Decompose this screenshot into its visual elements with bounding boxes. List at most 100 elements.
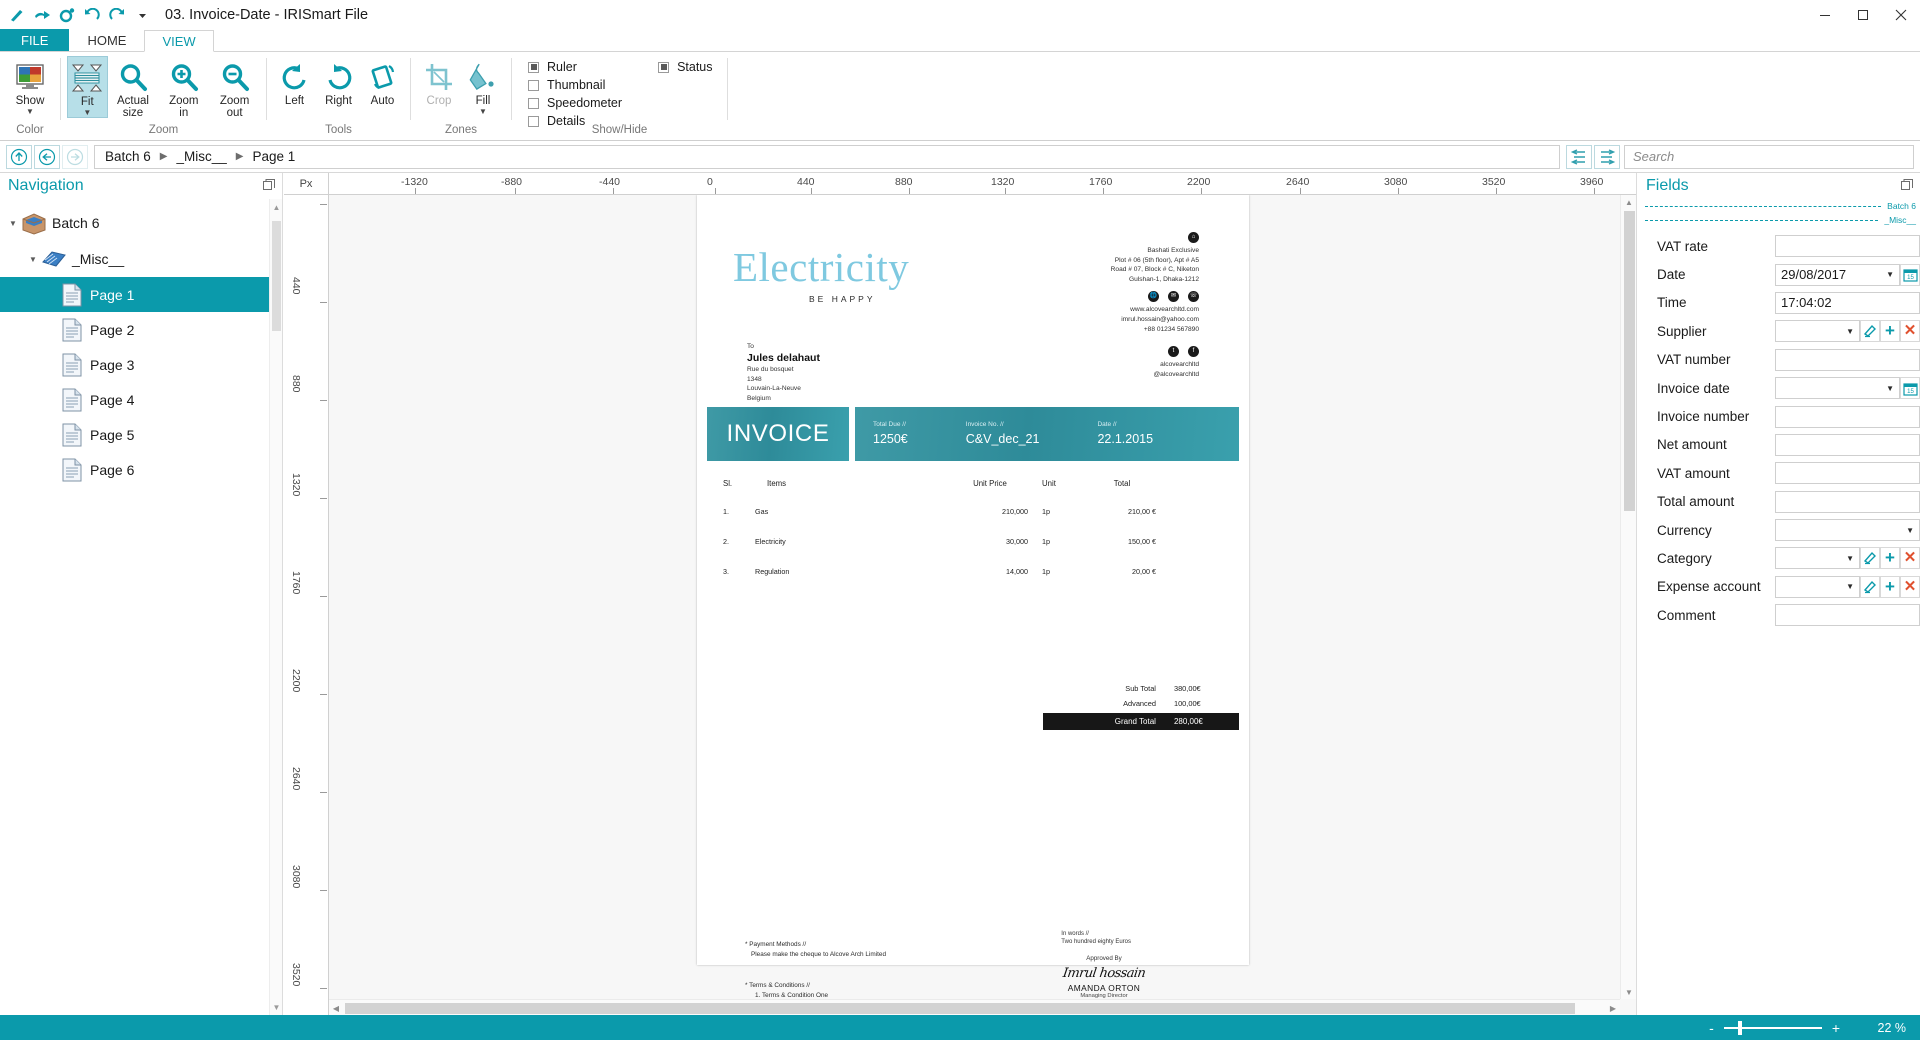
tree-node-page-4[interactable]: Page 4 [0, 382, 282, 417]
chevron-down-icon[interactable]: ▼ [479, 108, 487, 116]
chevron-down-icon[interactable]: ▼ [83, 109, 91, 117]
field-input-supplier[interactable]: ▼ [1775, 320, 1860, 343]
chevron-down-icon[interactable] [133, 6, 151, 24]
scroll-up-arrow-icon[interactable]: ▲ [1621, 195, 1637, 209]
rotate-left-button[interactable]: Left [273, 56, 316, 107]
chevron-down-icon[interactable]: ▼ [1882, 270, 1894, 279]
field-input-vat-rate[interactable] [1775, 235, 1920, 258]
viewer-horizontal-scrollbar[interactable]: ◀ ▶ [329, 999, 1620, 1015]
tree-node-folder[interactable]: ▼ _Misc__ [0, 241, 282, 277]
add-icon[interactable]: + [1880, 320, 1900, 343]
scroll-down-arrow-icon[interactable]: ▼ [1621, 985, 1637, 999]
redo-icon[interactable] [108, 6, 126, 24]
checkbox-indicator[interactable] [528, 61, 539, 73]
field-input-vat-number[interactable] [1775, 348, 1920, 371]
delete-icon[interactable]: ✕ [1900, 547, 1920, 570]
tab-file[interactable]: FILE [0, 29, 70, 51]
scroll-down-arrow-icon[interactable]: ▼ [270, 999, 283, 1015]
checkbox-indicator[interactable] [528, 97, 539, 109]
up-arrow-icon[interactable] [6, 144, 32, 169]
field-input-vat-amount[interactable] [1775, 462, 1920, 485]
undo-icon[interactable] [83, 6, 101, 24]
gear-icon[interactable] [58, 6, 76, 24]
chevron-down-icon[interactable]: ▼ [1842, 554, 1854, 563]
vertical-ruler[interactable]: 440 880 1320 1760 2200 2640 3080 3520 [284, 195, 329, 1015]
checkbox-thumbnail[interactable]: Thumbnail [528, 78, 622, 92]
checkbox-status[interactable]: Status [658, 60, 713, 74]
chevron-down-icon[interactable]: ▼ [1842, 582, 1854, 591]
delete-icon[interactable]: ✕ [1900, 575, 1920, 598]
field-input-expense-account[interactable]: ▼ [1775, 575, 1860, 598]
zoom-in-button[interactable]: + [1822, 1020, 1850, 1036]
field-input-date[interactable]: 29/08/2017 ▼ [1775, 263, 1900, 286]
add-icon[interactable]: + [1880, 575, 1900, 598]
scrollbar-thumb[interactable] [272, 221, 281, 331]
chevron-down-icon[interactable]: ▼ [1842, 327, 1854, 336]
zoom-slider-handle[interactable] [1737, 1020, 1742, 1035]
fit-button[interactable]: Fit ▼ [67, 56, 108, 118]
field-input-currency[interactable]: ▼ [1775, 519, 1920, 542]
tree-node-page-6[interactable]: Page 6 [0, 452, 282, 487]
field-input-invoice-number[interactable] [1775, 405, 1920, 428]
field-input-total-amount[interactable] [1775, 490, 1920, 513]
calendar-icon[interactable]: 15 [1900, 263, 1920, 286]
breadcrumb-item-batch[interactable]: Batch 6 [105, 149, 151, 164]
field-input-time[interactable]: 17:04:02 [1775, 291, 1920, 314]
restore-panel-icon[interactable] [1901, 178, 1913, 194]
delete-icon[interactable]: ✕ [1900, 320, 1920, 343]
collapse-right-icon[interactable] [1594, 144, 1620, 169]
tree-node-batch[interactable]: ▼ Batch 6 [0, 205, 282, 241]
invoice-page[interactable]: Electricity BE HAPPY ⌂ Bashati Exclusive… [697, 195, 1249, 999]
search-input[interactable]: Search [1624, 144, 1914, 169]
horizontal-ruler[interactable]: -1320 -880 -440 0 440 880 1320 1760 2200… [329, 173, 1636, 195]
arrow-right-icon[interactable] [33, 6, 51, 24]
collapse-left-icon[interactable] [1566, 144, 1592, 169]
edit-pencil-icon[interactable] [1860, 547, 1880, 570]
scrollbar-thumb[interactable] [1624, 211, 1635, 511]
zoom-out-button[interactable]: Zoom out [209, 56, 260, 119]
scrollbar-thumb[interactable] [345, 1003, 1575, 1014]
auto-rotate-button[interactable]: Auto [361, 56, 404, 107]
zoom-slider[interactable] [1723, 1020, 1822, 1035]
minimize-icon[interactable] [1806, 0, 1844, 30]
tree-node-page-5[interactable]: Page 5 [0, 417, 282, 452]
tree-node-page-3[interactable]: Page 3 [0, 347, 282, 382]
edit-pencil-icon[interactable] [1860, 575, 1880, 598]
breadcrumb-item-folder[interactable]: _Misc__ [176, 149, 226, 164]
calendar-icon[interactable]: 15 [1900, 377, 1920, 400]
back-arrow-icon[interactable] [34, 144, 60, 169]
tab-view[interactable]: VIEW [144, 30, 214, 52]
field-input-invoice-date[interactable]: ▼ [1775, 377, 1900, 400]
page-canvas[interactable]: Electricity BE HAPPY ⌂ Bashati Exclusive… [329, 195, 1620, 999]
tree-node-page-2[interactable]: Page 2 [0, 312, 282, 347]
breadcrumb[interactable]: Batch 6 ▶ _Misc__ ▶ Page 1 [94, 144, 1560, 169]
viewer-vertical-scrollbar[interactable]: ▲ ▼ [1620, 195, 1636, 999]
field-input-comment[interactable] [1775, 604, 1920, 627]
fill-button[interactable]: Fill ▼ [461, 56, 505, 116]
scroll-up-arrow-icon[interactable]: ▲ [270, 199, 283, 215]
navigation-scrollbar[interactable]: ▲ ▼ [269, 199, 282, 1015]
field-input-net-amount[interactable] [1775, 433, 1920, 456]
restore-panel-icon[interactable] [263, 178, 275, 194]
scroll-right-arrow-icon[interactable]: ▶ [1606, 1000, 1620, 1016]
add-icon[interactable]: + [1880, 547, 1900, 570]
tab-home[interactable]: HOME [69, 29, 144, 51]
checkbox-indicator[interactable] [658, 61, 670, 73]
chevron-down-icon[interactable]: ▼ [1902, 526, 1914, 535]
maximize-icon[interactable] [1844, 0, 1882, 30]
checkbox-indicator[interactable] [528, 79, 539, 91]
rotate-right-button[interactable]: Right [316, 56, 361, 107]
chevron-down-icon[interactable]: ▼ [26, 255, 40, 264]
zoom-out-button[interactable]: - [1699, 1020, 1724, 1036]
actual-size-button[interactable]: Actual size [108, 56, 159, 119]
breadcrumb-item-page[interactable]: Page 1 [252, 149, 295, 164]
edit-pencil-icon[interactable] [1860, 320, 1880, 343]
tree-node-page-1[interactable]: Page 1 [0, 277, 282, 312]
checkbox-ruler[interactable]: Ruler [528, 60, 622, 74]
chevron-down-icon[interactable]: ▼ [6, 219, 20, 228]
chevron-down-icon[interactable]: ▼ [1882, 384, 1894, 393]
close-icon[interactable] [1882, 0, 1920, 30]
field-input-category[interactable]: ▼ [1775, 547, 1860, 570]
checkbox-speedometer[interactable]: Speedometer [528, 96, 622, 110]
show-button[interactable]: Show ▼ [6, 56, 54, 116]
